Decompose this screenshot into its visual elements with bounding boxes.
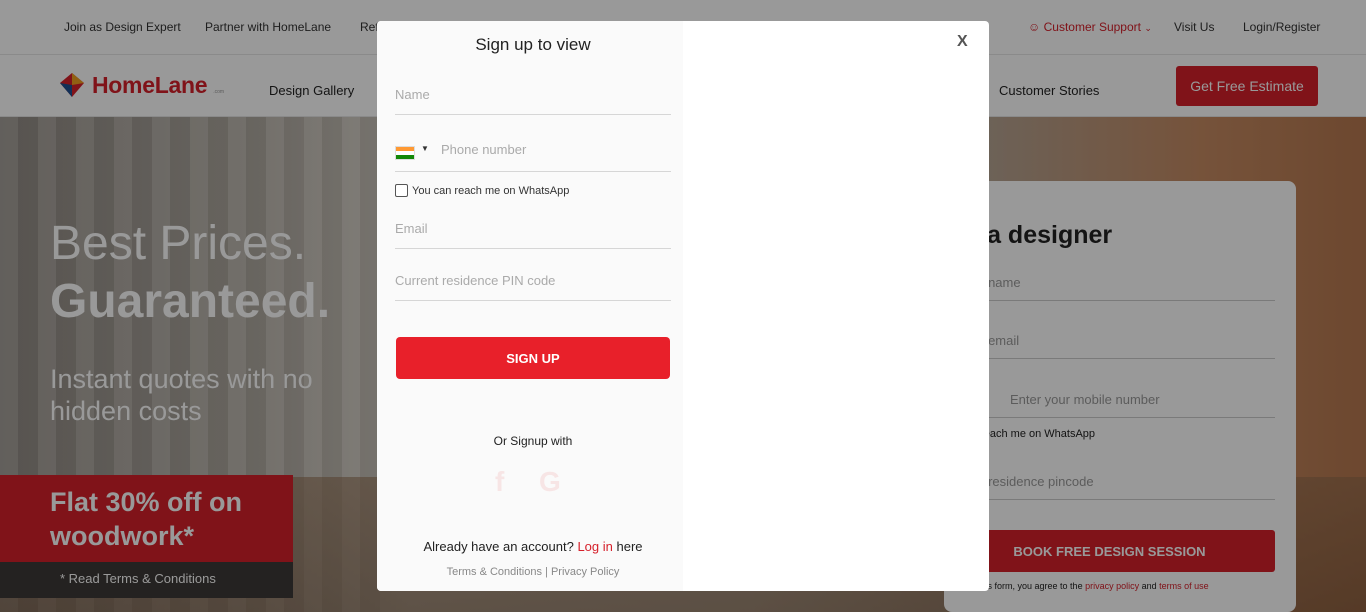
login-prompt: Already have an account? Log in here [377,539,689,554]
privacy-link[interactable]: Privacy Policy [551,566,619,578]
country-caret-icon[interactable]: ▼ [421,144,429,153]
modal-title: Sign up to view [475,35,591,54]
pincode-placeholder: Current residence PIN code [395,273,556,288]
facebook-icon[interactable]: f [495,466,504,498]
signup-modal: Sign up to view Name ▼ Phone number You … [377,21,989,591]
signup-button[interactable]: SIGN UP [396,337,670,379]
legal-links: Terms & Conditions | Privacy Policy [377,566,689,578]
or-signup-with-label: Or Signup with [493,434,573,448]
email-placeholder: Email [395,221,428,236]
india-flag-icon[interactable] [395,146,415,160]
whatsapp-checkbox-row[interactable]: You can reach me on WhatsApp [395,184,569,197]
email-input[interactable]: Email [395,215,671,249]
whatsapp-label[interactable]: You can reach me on WhatsApp [412,185,569,197]
phone-input[interactable]: ▼ Phone number [395,138,671,172]
google-icon[interactable]: G [539,466,561,498]
name-input[interactable]: Name [395,81,671,115]
whatsapp-checkbox[interactable] [395,184,408,197]
legal-separator: | [545,566,548,578]
login-prompt-prefix: Already have an account? [423,539,574,554]
login-link[interactable]: Log in [577,539,612,554]
terms-conditions-link[interactable]: Terms & Conditions [447,566,542,578]
login-prompt-suffix: here [616,539,643,554]
signup-form-panel: Sign up to view Name ▼ Phone number You … [377,21,683,591]
close-icon[interactable]: X [957,33,968,51]
name-placeholder: Name [395,87,430,102]
phone-placeholder: Phone number [441,142,527,157]
pincode-input[interactable]: Current residence PIN code [395,267,671,301]
